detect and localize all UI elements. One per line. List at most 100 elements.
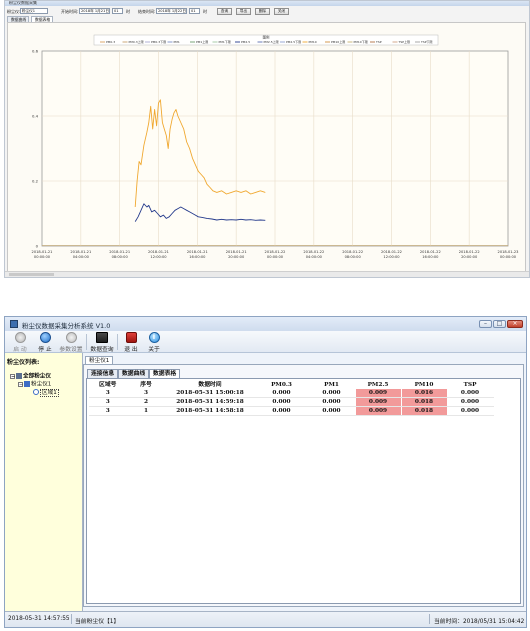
table-cell-highlighted: 0.018 — [401, 397, 448, 407]
x-tick-label: 2018-01-21 — [32, 250, 53, 254]
table-cell: 3 — [127, 389, 166, 398]
table-cell: 3 — [89, 397, 128, 407]
toolbar: 启 动 停 止 参数设置 数据查询 退 出 i 关于 — [5, 331, 526, 353]
end-date-picker[interactable]: 2018年 1月22日 — [156, 8, 187, 14]
legend-entry: PM0.3下限 — [151, 39, 166, 44]
legend-entry: PM10下限 — [354, 39, 368, 44]
chart-area: 2018-01-21 00:00:00 2018-01-21 04:00:00 2018… — [7, 22, 526, 273]
x-tick-label: 2018-01-22 — [420, 250, 441, 254]
tab-connection-info[interactable]: 连接信息 — [87, 369, 119, 378]
close-icon[interactable]: × — [507, 320, 523, 328]
settings-button[interactable]: 参数设置 — [58, 332, 84, 353]
x-tick-label: 04:00:00 — [306, 255, 323, 259]
x-tick-label: 20:00:00 — [461, 255, 478, 259]
legend-entry: PM0.3 — [106, 40, 115, 44]
tree-node-label: 全部粉尘仪 — [23, 373, 51, 380]
device-list-panel: 粉尘仪列表: − 全部粉尘仪 − 粉尘仪1 区域1 — [5, 353, 83, 611]
device-label: 粉尘仪: — [7, 9, 21, 14]
table-cell-highlighted: 0.016 — [401, 389, 448, 398]
tree-node-device-1[interactable]: − 粉尘仪1 — [18, 381, 51, 388]
y-tick-label: 0.6 — [32, 49, 39, 54]
tab-data-curve[interactable]: 数据曲线 — [118, 369, 150, 378]
table-cell: 2018-05-31 14:58:18 — [165, 406, 256, 416]
settings-icon — [65, 332, 77, 343]
table-row[interactable]: 3 1 2018-05-31 14:58:18 0.000 0.000 0.00… — [89, 406, 494, 416]
column-header[interactable]: 数据时间 — [165, 381, 256, 389]
maximize-icon[interactable]: □ — [493, 320, 506, 328]
legend-entry: PM1下限 — [219, 39, 231, 44]
legend-entry: PM0.3上限 — [129, 39, 144, 44]
legend-title: 图例 — [263, 35, 270, 40]
collapse-icon[interactable]: − — [18, 381, 23, 387]
table-cell-highlighted: 0.009 — [355, 389, 402, 398]
column-header[interactable]: 序号 — [127, 381, 166, 389]
start-hour-select[interactable]: 01 — [112, 8, 123, 14]
column-header[interactable]: PM0.3 — [255, 381, 309, 389]
minimize-icon[interactable]: – — [479, 320, 492, 328]
column-header[interactable]: PM1 — [308, 381, 356, 389]
exit-label: 退 出 — [124, 347, 138, 353]
app-window: 粉尘仪数据采集分析系统 V1.0 – □ × 启 动 停 止 参数设置 数据查询… — [4, 316, 527, 628]
x-tick-label: 08:00:00 — [345, 255, 362, 259]
legend-entry: PM10上限 — [331, 39, 345, 44]
start-time-label: 开始时间: — [61, 9, 79, 14]
device-list-title: 粉尘仪列表: — [7, 359, 40, 366]
legend-entry: TSP上限 — [398, 39, 411, 44]
x-tick-label: 00:00:00 — [500, 255, 517, 259]
legend-entry: PM2.5下限 — [286, 39, 301, 44]
export-button[interactable]: 导出 — [236, 8, 251, 15]
data-query-button[interactable]: 数据查询 — [89, 332, 115, 353]
stop-label: 停 止 — [38, 347, 52, 353]
table-cell: 0.000 — [447, 397, 494, 407]
app-title: 粉尘仪数据采集分析系统 V1.0 — [22, 322, 111, 330]
delete-button[interactable]: 删除 — [255, 8, 270, 15]
column-header[interactable]: PM2.5 — [355, 381, 402, 389]
table-row[interactable]: 3 3 2018-05-31 15:00:18 0.000 0.000 0.00… — [89, 389, 494, 398]
toolbar-separator — [117, 334, 118, 350]
column-header[interactable]: TSP — [447, 381, 494, 389]
device-select[interactable]: 粉尘仪1 — [20, 8, 48, 14]
table-cell: 0.000 — [308, 406, 356, 416]
scrollbar-thumb[interactable] — [9, 273, 54, 276]
x-tick-label: 2018-01-22 — [342, 250, 363, 254]
table-cell: 0.000 — [447, 406, 494, 416]
table-cell: 0.000 — [308, 397, 356, 407]
table-cell: 0.000 — [308, 389, 356, 398]
end-hour-unit: 时 — [203, 9, 207, 14]
status-current-device: 当前粉尘仪【1】 — [75, 619, 120, 625]
column-header[interactable]: PM10 — [401, 381, 448, 389]
device-tab-content: 连接信息 数据曲线 数据表格 区域号 序号 数据时间 PM0.3 PM1 PM2… — [83, 364, 524, 607]
x-tick-label: 16:00:00 — [189, 255, 206, 259]
close-button[interactable]: 关闭 — [274, 8, 289, 15]
chart-window: 粉尘仪数据采集 粉尘仪: 粉尘仪1 开始时间: 2018年 1月21日 01 时… — [4, 0, 530, 278]
status-separator — [71, 614, 72, 624]
table-row[interactable]: 3 2 2018-05-31 14:59:18 0.000 0.000 0.00… — [89, 397, 494, 407]
table-cell-highlighted: 0.009 — [355, 397, 402, 407]
y-tick-label: 0.2 — [32, 179, 39, 184]
horizontal-scrollbar[interactable] — [5, 271, 529, 277]
end-hour-select[interactable]: 01 — [189, 8, 200, 14]
table-cell: 1 — [127, 406, 166, 416]
exit-button[interactable]: 退 出 — [120, 332, 142, 353]
start-button[interactable]: 启 动 — [8, 332, 32, 353]
data-query-label: 数据查询 — [90, 347, 114, 353]
column-header[interactable]: 区域号 — [89, 381, 128, 389]
stop-button[interactable]: 停 止 — [34, 332, 56, 353]
table-cell: 2018-05-31 15:00:18 — [165, 389, 256, 398]
about-button[interactable]: i 关于 — [144, 332, 164, 353]
chart-window-title: 粉尘仪数据采集 — [9, 0, 37, 5]
start-date-picker[interactable]: 2018年 1月21日 — [79, 8, 110, 14]
x-tick-label: 04:00:00 — [73, 255, 90, 259]
tree-node-all-devices[interactable]: − 全部粉尘仪 — [10, 373, 51, 380]
tree-node-area-1[interactable]: 区域1 — [33, 388, 59, 397]
tree-node-label: 粉尘仪1 — [31, 381, 52, 388]
x-tick-label: 2018-01-21 — [187, 250, 208, 254]
y-tick-label: 0.4 — [32, 114, 39, 119]
legend-entry: PM2.5 — [241, 40, 250, 44]
query-button[interactable]: 查询 — [217, 8, 232, 15]
x-tick-label: 16:00:00 — [422, 255, 439, 259]
x-tick-label: 2018-01-21 — [148, 250, 169, 254]
power-icon — [125, 332, 137, 343]
collapse-icon[interactable]: − — [10, 373, 15, 379]
x-tick-label: 2018-01-21 — [109, 250, 130, 254]
